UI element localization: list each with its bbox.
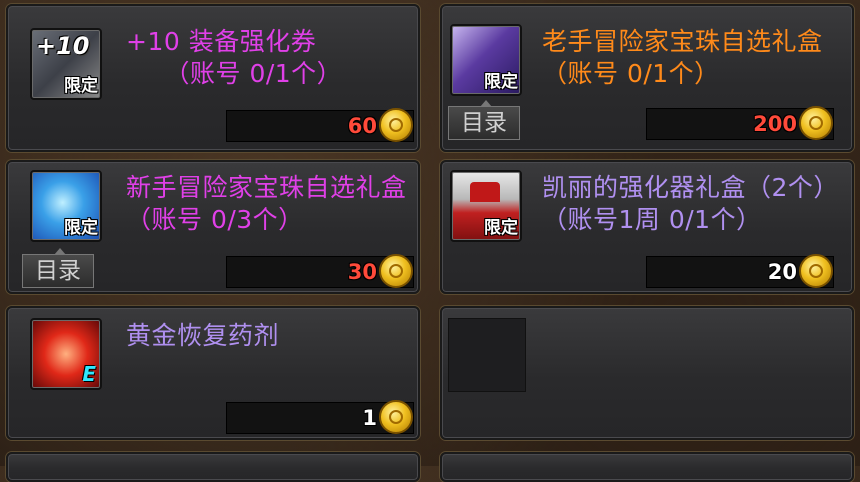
veteran-orb-box-icon[interactable]: 限定 <box>450 24 522 96</box>
coin-icon <box>379 400 413 434</box>
price-bar: 30 <box>226 254 414 288</box>
shop-item-card[interactable]: +10 限定 +10 装备强化券 （账号 0/1个） 60 <box>6 4 420 152</box>
coin-icon <box>379 108 413 142</box>
shop-item-card-partial <box>6 452 420 482</box>
shop-item-card[interactable]: 限定 老手冒险家宝珠自选礼盒 （账号 0/1个） 目录 200 <box>440 4 860 152</box>
plus10-scroll-icon[interactable]: +10 限定 <box>30 28 102 100</box>
limited-badge: 限定 <box>64 218 98 238</box>
item-title: 凯丽的强化器礼盒（2个）（账号1周 0/1个） <box>542 173 839 234</box>
item-title: 老手冒险家宝珠自选礼盒 （账号 0/1个） <box>542 27 860 88</box>
item-price: 20 <box>767 260 797 284</box>
novice-orb-box-icon[interactable]: 限定 <box>30 170 102 242</box>
icon-plus10-text: +10 <box>36 32 90 60</box>
shop-item-card[interactable]: E 黄金恢复药剂 1 <box>6 306 420 440</box>
item-price: 1 <box>362 406 377 430</box>
coin-icon <box>379 254 413 288</box>
limited-badge: 限定 <box>484 218 518 238</box>
golden-recovery-potion-icon[interactable]: E <box>30 318 102 390</box>
price-bar: 20 <box>646 254 834 288</box>
item-price: 60 <box>347 114 377 138</box>
shop-item-card[interactable]: 限定 新手冒险家宝珠自选礼盒 （账号 0/3个） 目录 30 <box>6 160 433 294</box>
coin-icon <box>799 106 833 140</box>
empty-icon-slot <box>448 318 526 392</box>
catalog-button[interactable]: 目录 <box>22 248 94 288</box>
item-title: +10 装备强化券 （账号 0/1个） <box>126 27 343 88</box>
icon-e-badge: E <box>82 362 96 386</box>
shop-item-card-partial <box>440 452 854 482</box>
item-title: 黄金恢复药剂 <box>126 321 280 350</box>
limited-badge: 限定 <box>64 76 98 96</box>
item-title: 新手冒险家宝珠自选礼盒 （账号 0/3个） <box>126 173 433 234</box>
empty-shop-slot <box>440 306 854 440</box>
limited-badge: 限定 <box>484 72 518 92</box>
kiri-enhancer-box-icon[interactable]: 限定 <box>450 170 522 242</box>
icon-ribbon-shape <box>470 182 500 202</box>
shop-item-card[interactable]: 限定 凯丽的强化器礼盒（2个）（账号1周 0/1个） 20 <box>440 160 854 294</box>
item-price: 200 <box>753 112 797 136</box>
price-bar: 1 <box>226 400 414 434</box>
item-price: 30 <box>347 260 377 284</box>
catalog-button[interactable]: 目录 <box>448 100 520 140</box>
price-bar: 200 <box>646 106 834 140</box>
price-bar: 60 <box>226 108 414 142</box>
coin-icon <box>799 254 833 288</box>
